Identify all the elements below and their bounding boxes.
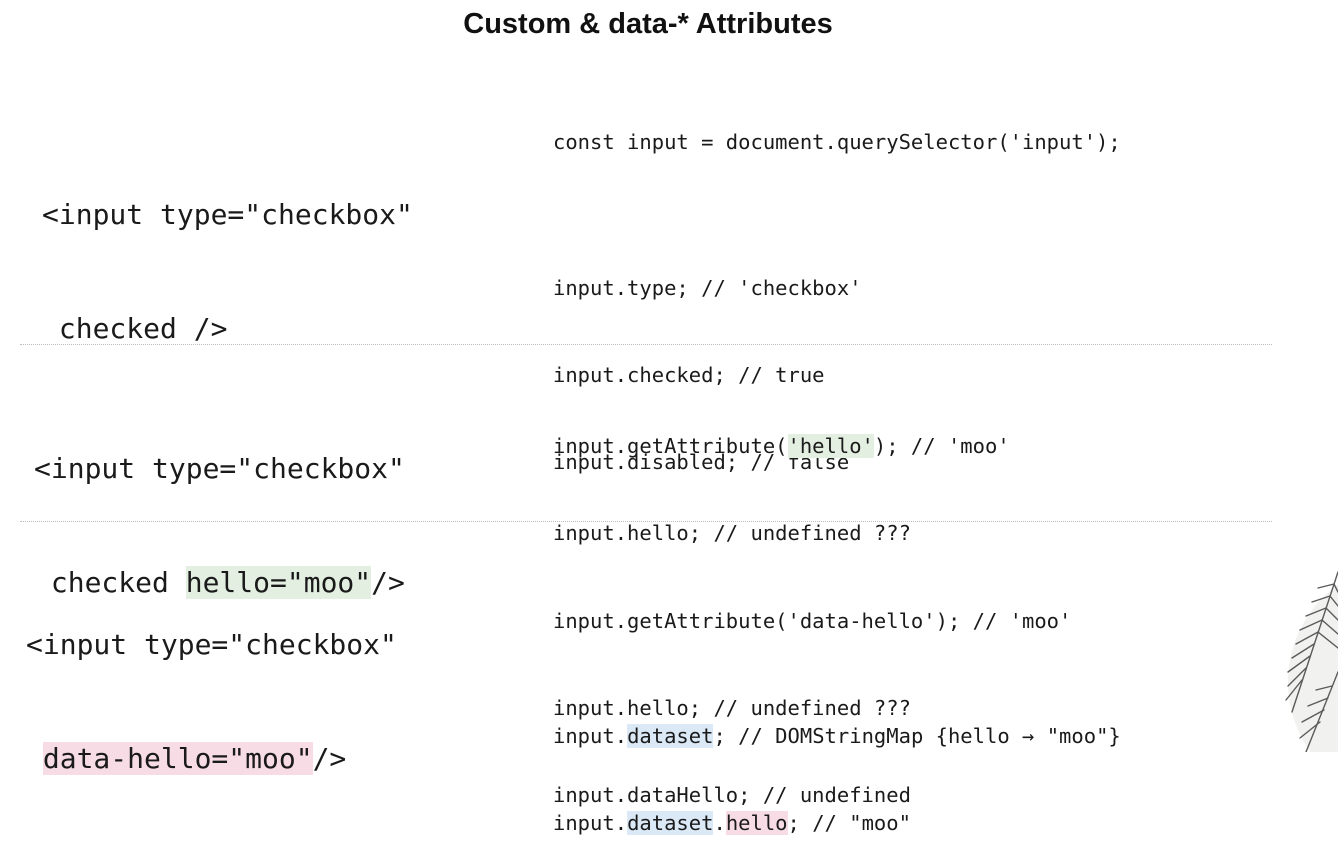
section-divider xyxy=(20,521,1272,522)
js-snippet-2: input.getAttribute('hello'); // 'moo' in… xyxy=(553,374,1010,577)
code-text: /> xyxy=(312,742,347,775)
code-text: . xyxy=(713,811,726,835)
hello-string-highlight: 'hello' xyxy=(787,434,874,458)
html-snippet-3: <input type="checkbox" data-hello="moo"/… xyxy=(26,550,397,816)
html-snippet-3-line-2: data-hello="moo"/> xyxy=(26,740,397,778)
data-hello-attribute-highlight: data-hello="moo" xyxy=(42,742,313,775)
code-text: input.getAttribute( xyxy=(553,434,788,458)
js-query-line: const input = document.querySelector('in… xyxy=(553,130,1121,154)
js-snippet-dataset: input.dataset; // DOMStringMap {hello → … xyxy=(553,664,1121,867)
palm-leaf-decoration-icon xyxy=(1285,571,1338,752)
code-text: input. xyxy=(553,724,628,748)
slide-title: Custom & data-* Attributes xyxy=(463,8,833,40)
js-line: input.hello; // undefined ??? xyxy=(553,521,911,545)
js-line: input.type; // 'checkbox' xyxy=(553,276,862,300)
html-snippet-2-line-1: <input type="checkbox" xyxy=(34,452,405,485)
js-line: input.dataset.hello; // "moo" xyxy=(553,809,1121,838)
html-snippet-1: <input type="checkbox" checked /> xyxy=(42,120,413,386)
code-text: input. xyxy=(553,811,628,835)
html-snippet-3-line-1: <input type="checkbox" xyxy=(26,628,397,661)
dataset-highlight: dataset xyxy=(627,724,714,748)
html-snippet-1-line-1: <input type="checkbox" xyxy=(42,198,413,231)
js-line: input.dataset; // DOMStringMap {hello → … xyxy=(553,722,1121,751)
code-text: ; // DOMStringMap {hello → "moo"} xyxy=(713,724,1121,748)
dataset-highlight: dataset xyxy=(627,811,714,835)
js-line: input.getAttribute('hello'); // 'moo' xyxy=(553,432,1010,461)
code-text: ); // 'moo' xyxy=(873,434,1010,458)
hello-property-highlight: hello xyxy=(725,811,788,835)
section-divider xyxy=(20,344,1272,345)
js-line: input.getAttribute('data-hello'); // 'mo… xyxy=(553,609,1072,633)
code-text: ; // "moo" xyxy=(787,811,911,835)
html-snippet-1-line-2: checked /> xyxy=(42,312,228,345)
